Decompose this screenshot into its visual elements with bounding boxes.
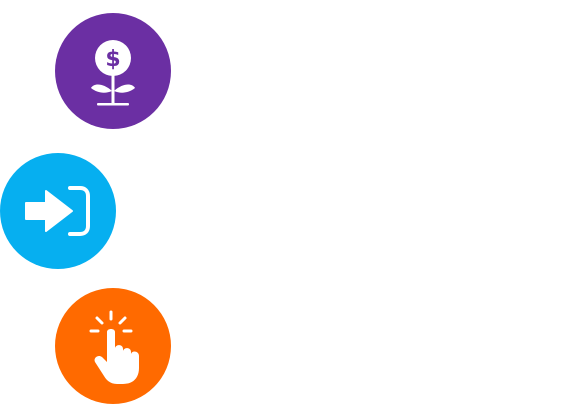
svg-text:$: $ bbox=[105, 47, 120, 72]
login-arrow-icon bbox=[0, 153, 116, 269]
money-plant-badge: $ bbox=[55, 13, 171, 129]
tap-hand-badge bbox=[55, 288, 171, 404]
money-plant-icon: $ bbox=[55, 13, 171, 129]
login-arrow-badge bbox=[0, 153, 116, 269]
tap-hand-icon bbox=[55, 288, 171, 404]
